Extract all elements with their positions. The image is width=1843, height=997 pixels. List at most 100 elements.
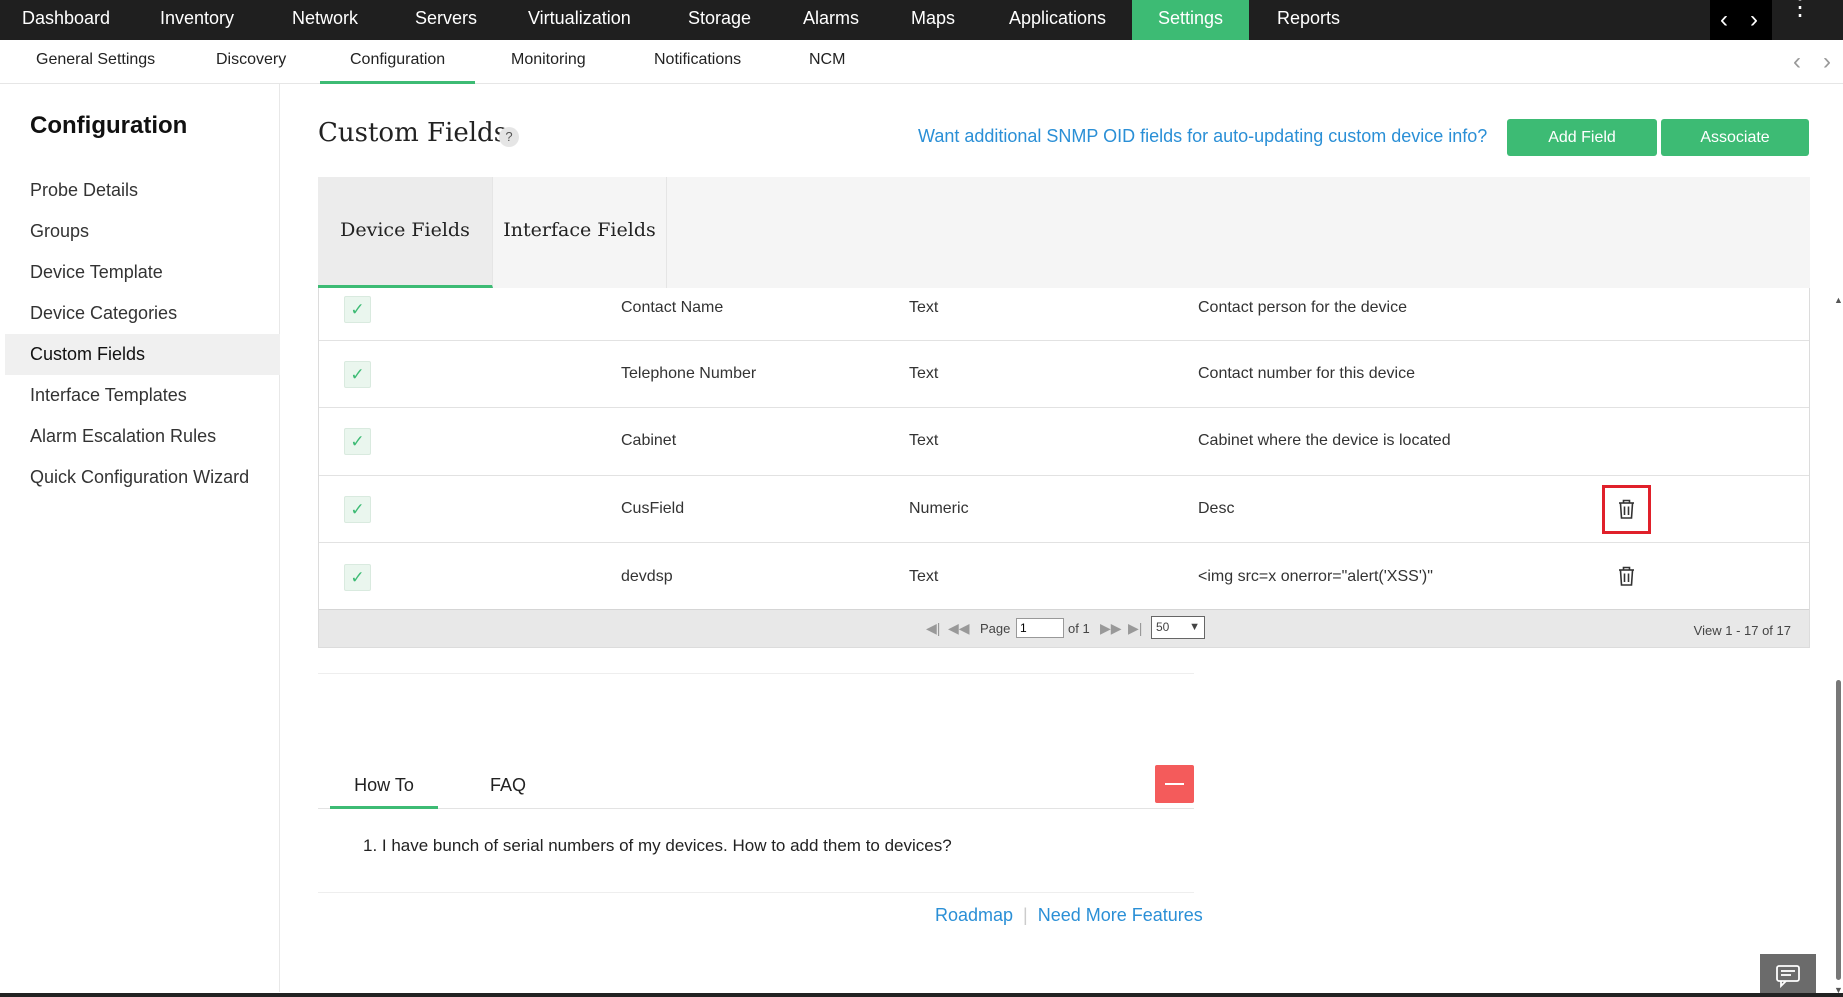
view-count: View 1 - 17 of 17 <box>1693 623 1791 638</box>
chevron-down-icon: ▼ <box>1189 621 1200 633</box>
page-number-input[interactable] <box>1016 618 1064 638</box>
subnav-ncm[interactable]: NCM <box>779 40 875 84</box>
row-checkbox[interactable]: ✓ <box>344 428 371 455</box>
sidebar-menu: Probe Details Groups Device Template Dev… <box>5 170 280 498</box>
faq-question[interactable]: 1. I have bunch of serial numbers of my … <box>363 836 952 856</box>
last-page-icon[interactable]: ▶| <box>1128 620 1142 637</box>
table-row: ✓ devdsp Text <img src=x onerror="alert(… <box>319 543 1809 609</box>
nav-scroll-arrows: ‹ › <box>1710 0 1772 40</box>
page-scrollbar[interactable]: ▲ ▼ <box>1834 295 1843 997</box>
nav-storage[interactable]: Storage <box>666 0 773 40</box>
checkmark-icon: ✓ <box>350 365 365 384</box>
field-name: Contact Name <box>621 299 724 316</box>
nav-virtualization[interactable]: Virtualization <box>506 0 653 40</box>
trash-icon <box>1619 499 1634 519</box>
scroll-up-icon[interactable]: ▲ <box>1834 295 1843 305</box>
nav-alarms[interactable]: Alarms <box>781 0 881 40</box>
sidebar-item-quick-configuration-wizard[interactable]: Quick Configuration Wizard <box>5 457 280 498</box>
field-type: Text <box>909 568 939 585</box>
tab-how-to[interactable]: How To <box>330 765 438 809</box>
sidebar-title: Configuration <box>30 112 188 139</box>
field-name: devdsp <box>621 568 673 585</box>
tab-interface-fields[interactable]: Interface Fields <box>493 177 667 288</box>
footer-links: Roadmap | Need More Features <box>935 905 1203 926</box>
bottom-border <box>0 993 1843 997</box>
sidebar-item-groups[interactable]: Groups <box>5 211 280 252</box>
table-row: ✓ Cabinet Text Cabinet where the device … <box>319 408 1809 476</box>
nav-inventory[interactable]: Inventory <box>138 0 256 40</box>
page-size-select[interactable]: 50 ▼ <box>1151 616 1205 639</box>
page-title: Custom Fields <box>318 118 508 148</box>
subnav-monitoring[interactable]: Monitoring <box>481 40 616 84</box>
delete-field-button[interactable] <box>1605 555 1648 598</box>
chevron-right-icon[interactable]: › <box>1750 6 1758 34</box>
nav-settings[interactable]: Settings <box>1132 0 1249 40</box>
roadmap-link[interactable]: Roadmap <box>935 905 1013 925</box>
table-row: ✓ Contact Name Text Contact person for t… <box>319 288 1809 341</box>
next-page-icon[interactable]: ▶▶ <box>1100 620 1122 637</box>
delete-field-button[interactable] <box>1602 485 1651 534</box>
checkmark-icon: ✓ <box>350 300 365 319</box>
table-row: ✓ CusField Numeric Desc <box>319 476 1809 543</box>
help-icon[interactable]: ? <box>499 127 519 147</box>
table-row: ✓ Telephone Number Text Contact number f… <box>319 341 1809 408</box>
row-checkbox[interactable]: ✓ <box>344 296 371 323</box>
nav-dashboard[interactable]: Dashboard <box>0 0 132 40</box>
sidebar-item-device-categories[interactable]: Device Categories <box>5 293 280 334</box>
field-type-tabs: Device Fields Interface Fields <box>318 177 1810 288</box>
row-checkbox[interactable]: ✓ <box>344 496 371 523</box>
sidebar-item-device-template[interactable]: Device Template <box>5 252 280 293</box>
page-size-value: 50 <box>1156 620 1170 634</box>
field-type: Numeric <box>909 500 969 517</box>
row-checkbox[interactable]: ✓ <box>344 361 371 388</box>
page-label: Page <box>980 621 1011 636</box>
field-description: Desc <box>1198 500 1235 517</box>
associate-button[interactable]: Associate <box>1661 119 1809 156</box>
tab-device-fields[interactable]: Device Fields <box>318 177 493 288</box>
field-description: Cabinet where the device is located <box>1198 432 1451 449</box>
checkmark-icon: ✓ <box>350 432 365 451</box>
prev-page-icon[interactable]: ◀◀ <box>948 620 970 637</box>
kebab-menu-icon[interactable]: ⋮ <box>1788 0 1812 20</box>
sidebar-item-alarm-escalation-rules[interactable]: Alarm Escalation Rules <box>5 416 280 457</box>
sidebar-item-probe-details[interactable]: Probe Details <box>5 170 280 211</box>
nav-maps[interactable]: Maps <box>889 0 977 40</box>
snmp-oid-link[interactable]: Want additional SNMP OID fields for auto… <box>918 126 1487 147</box>
checkmark-icon: ✓ <box>350 500 365 519</box>
sidebar-item-custom-fields[interactable]: Custom Fields <box>5 334 280 375</box>
chevron-left-icon[interactable]: ‹ <box>1720 6 1728 34</box>
add-field-button[interactable]: Add Field <box>1507 119 1657 156</box>
top-navigation: Dashboard Inventory Network Servers Virt… <box>0 0 1843 40</box>
divider <box>318 673 1194 674</box>
chevron-right-icon[interactable]: › <box>1823 48 1831 76</box>
field-type: Text <box>909 299 939 316</box>
sub-navigation: General Settings Discovery Configuration… <box>0 40 1843 84</box>
subnav-general-settings[interactable]: General Settings <box>6 40 185 84</box>
need-more-features-link[interactable]: Need More Features <box>1038 905 1203 925</box>
field-name: Cabinet <box>621 432 677 449</box>
nav-reports[interactable]: Reports <box>1255 0 1362 40</box>
checkmark-icon: ✓ <box>350 568 365 587</box>
chevron-left-icon[interactable]: ‹ <box>1793 48 1801 76</box>
custom-fields-table: ✓ Contact Name Text Contact person for t… <box>318 288 1810 648</box>
nav-servers[interactable]: Servers <box>393 0 499 40</box>
chat-button[interactable] <box>1760 954 1816 997</box>
tab-faq[interactable]: FAQ <box>468 765 548 809</box>
sidebar: Configuration Probe Details Groups Devic… <box>5 84 280 992</box>
first-page-icon[interactable]: ◀| <box>926 620 940 637</box>
field-description: Contact number for this device <box>1198 365 1415 382</box>
field-name: CusField <box>621 500 685 517</box>
nav-network[interactable]: Network <box>270 0 380 40</box>
collapse-help-button[interactable] <box>1155 765 1194 803</box>
subnav-configuration[interactable]: Configuration <box>320 40 476 84</box>
chat-icon <box>1776 965 1800 989</box>
scroll-thumb[interactable] <box>1836 680 1841 980</box>
subnav-discovery[interactable]: Discovery <box>186 40 316 84</box>
field-description: Contact person for the device <box>1198 299 1408 316</box>
subnav-notifications[interactable]: Notifications <box>624 40 771 84</box>
field-name: Telephone Number <box>621 365 757 382</box>
page-total: of 1 <box>1068 621 1090 636</box>
nav-applications[interactable]: Applications <box>987 0 1128 40</box>
row-checkbox[interactable]: ✓ <box>344 564 371 591</box>
sidebar-item-interface-templates[interactable]: Interface Templates <box>5 375 280 416</box>
